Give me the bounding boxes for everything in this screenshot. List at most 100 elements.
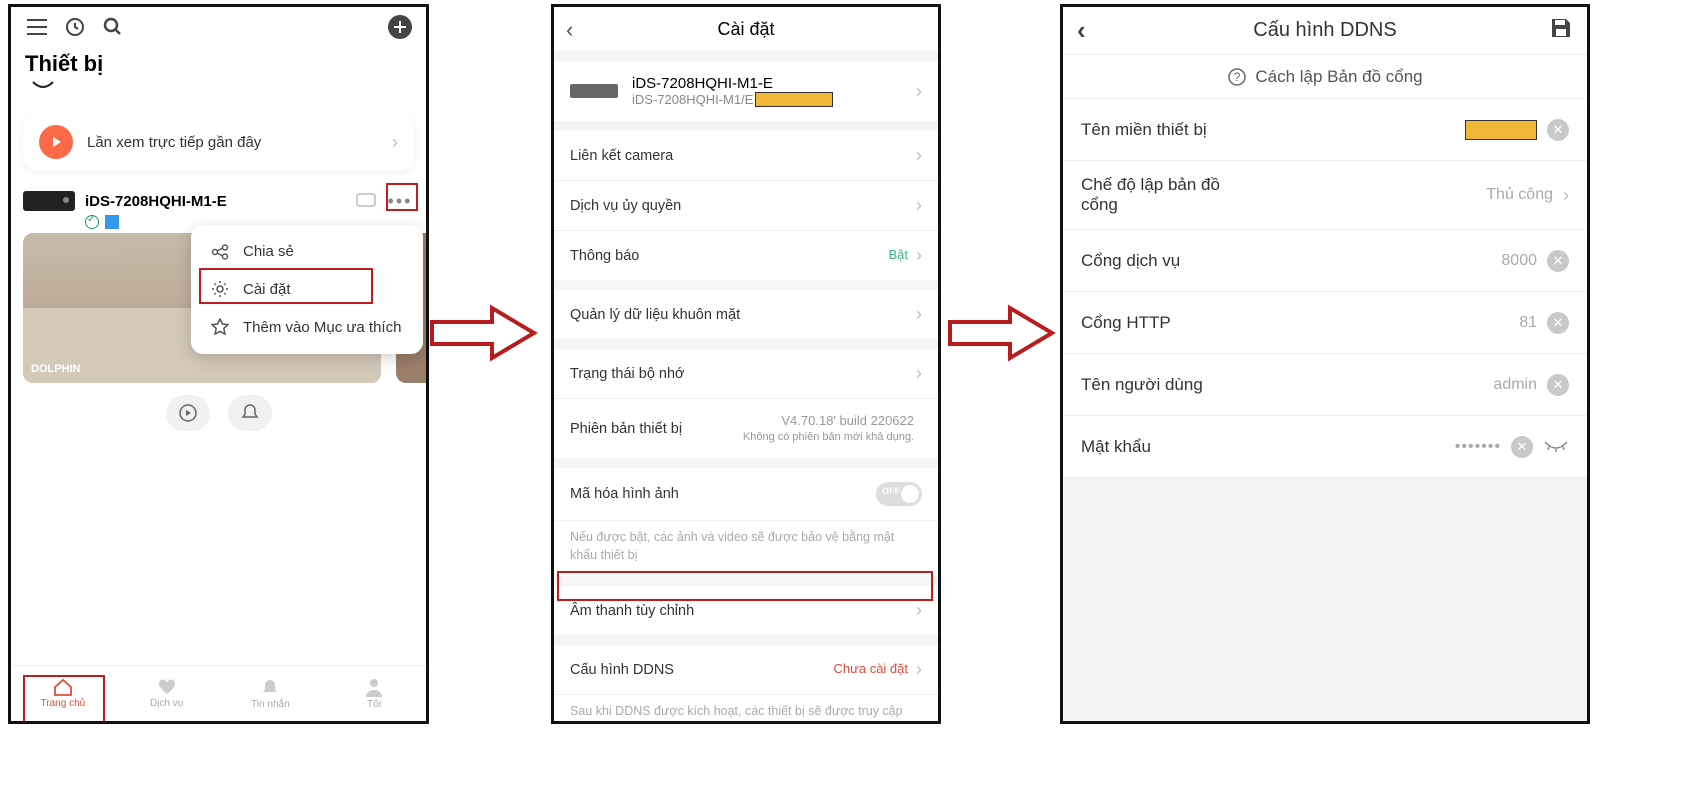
chevron-right-icon: › bbox=[916, 659, 922, 680]
nvr-icon bbox=[23, 191, 75, 211]
arrow-step2 bbox=[946, 300, 1056, 366]
back-button[interactable]: ‹ bbox=[1077, 15, 1086, 46]
row-link-camera[interactable]: Liên kết camera› bbox=[554, 131, 938, 181]
heart-icon bbox=[157, 678, 177, 696]
clear-button[interactable]: ✕ bbox=[1547, 119, 1569, 141]
arrow-step1 bbox=[428, 300, 538, 366]
clear-button[interactable]: ✕ bbox=[1547, 374, 1569, 396]
tab-message[interactable]: Tin nhắn bbox=[219, 666, 323, 721]
row-label: Thông báo bbox=[570, 248, 888, 264]
row-notify[interactable]: Thông báoBật› bbox=[554, 231, 938, 280]
add-button[interactable] bbox=[386, 13, 414, 41]
chevron-right-icon: › bbox=[916, 600, 922, 621]
clear-button[interactable]: ✕ bbox=[1511, 436, 1533, 458]
user-icon bbox=[364, 677, 384, 697]
page-title: Thiết bị bbox=[11, 47, 426, 77]
redacted-domain-value[interactable] bbox=[1465, 120, 1537, 140]
toggle-encrypt[interactable]: OFF bbox=[876, 482, 922, 506]
encrypt-note: Nếu được bật, các ảnh và video sẽ được b… bbox=[554, 521, 938, 576]
row-password: Mật khẩu ••••••• ✕ bbox=[1063, 416, 1587, 478]
share-icon bbox=[209, 244, 231, 260]
row-value: Thủ công › bbox=[1231, 185, 1569, 206]
recent-live-label: Lần xem trực tiếp gần đây bbox=[87, 134, 378, 151]
back-button[interactable]: ‹ bbox=[566, 17, 573, 43]
row-label: Mã hóa hình ảnh bbox=[570, 486, 876, 502]
bell-button[interactable] bbox=[228, 395, 272, 431]
tab-service-label: Dịch vụ bbox=[150, 698, 183, 709]
ddns-header: ‹ Cấu hình DDNS bbox=[1063, 7, 1587, 55]
row-mapping-mode[interactable]: Chế độ lập bản đồ cổng Thủ công › bbox=[1063, 161, 1587, 230]
row-label: Trạng thái bộ nhớ bbox=[570, 366, 916, 382]
row-storage[interactable]: Trạng thái bộ nhớ› bbox=[554, 349, 938, 399]
password-value[interactable]: ••••••• bbox=[1455, 438, 1501, 456]
help-row[interactable]: ? Cách lập Bản đồ cổng bbox=[1063, 55, 1587, 99]
chevron-right-icon: › bbox=[916, 363, 922, 384]
row-username: Tên người dùng admin ✕ bbox=[1063, 354, 1587, 416]
chevron-right-icon: › bbox=[392, 132, 398, 153]
row-encrypt: Mã hóa hình ảnh OFF bbox=[554, 468, 938, 521]
device-name: iDS-7208HQHI-M1-E bbox=[632, 75, 902, 92]
menu-favorite-label: Thêm vào Mục ưa thích bbox=[243, 319, 401, 336]
menu-share[interactable]: Chia sẻ bbox=[191, 233, 423, 270]
row-label: Phiên bản thiết bị bbox=[570, 421, 743, 437]
chevron-right-icon: › bbox=[916, 304, 922, 325]
mapping-value: Thủ công bbox=[1486, 186, 1553, 204]
row-face-data[interactable]: Quản lý dữ liệu khuôn mặt› bbox=[554, 290, 938, 339]
recent-live-card[interactable]: Lần xem trực tiếp gần đây › bbox=[23, 113, 414, 171]
highlight-settings-menu bbox=[199, 268, 373, 304]
save-button[interactable] bbox=[1549, 16, 1573, 46]
row-value: 81 ✕ bbox=[1231, 312, 1569, 334]
phone-ddns-screen: ‹ Cấu hình DDNS ? Cách lập Bản đồ cổng T… bbox=[1060, 4, 1590, 724]
row-value: ✕ bbox=[1231, 119, 1569, 141]
history-icon[interactable] bbox=[61, 13, 89, 41]
ddns-note: Sau khi DDNS được kích hoạt, các thiết b… bbox=[554, 695, 938, 721]
settings-title: Cài đặt bbox=[717, 19, 774, 40]
settings-body: iDS-7208HQHI-M1-E iDS-7208HQHI-M1/E › Li… bbox=[554, 51, 938, 721]
top-bar bbox=[11, 7, 426, 47]
row-label: Liên kết camera bbox=[570, 148, 916, 164]
ddns-title: Cấu hình DDNS bbox=[1253, 19, 1396, 42]
tab-service[interactable]: Dịch vụ bbox=[115, 666, 219, 721]
chevron-right-icon: › bbox=[916, 81, 922, 102]
row-label: Mật khẩu bbox=[1081, 437, 1231, 457]
row-version: Phiên bản thiết bị V4.70.18' build 22062… bbox=[554, 399, 938, 458]
controls-bar bbox=[11, 395, 426, 431]
row-label: Cổng HTTP bbox=[1081, 313, 1231, 333]
device-info-row[interactable]: iDS-7208HQHI-M1-E iDS-7208HQHI-M1/E › bbox=[554, 61, 938, 121]
clear-button[interactable]: ✕ bbox=[1547, 250, 1569, 272]
thumbnail-label: DOLPHIN bbox=[31, 363, 81, 375]
version-value: V4.70.18' build 220622 bbox=[743, 413, 914, 430]
chevron-right-icon: › bbox=[1563, 185, 1569, 206]
highlight-ddns-row bbox=[557, 571, 933, 601]
highlight-home-tab bbox=[23, 675, 105, 724]
row-ddns[interactable]: Cấu hình DDNSChưa cài đặt› bbox=[554, 645, 938, 695]
device-header-row: iDS-7208HQHI-M1-E ••• bbox=[11, 181, 426, 215]
star-icon bbox=[209, 318, 231, 336]
device-sub-prefix: iDS-7208HQHI-M1/E bbox=[632, 92, 753, 107]
service-port-value[interactable]: 8000 bbox=[1501, 252, 1537, 270]
phone-devices-screen: Thiết bị Lần xem trực tiếp gần đây › iDS… bbox=[8, 4, 429, 724]
playback-button[interactable] bbox=[166, 395, 210, 431]
row-value: 8000 ✕ bbox=[1231, 250, 1569, 272]
http-port-value[interactable]: 81 bbox=[1519, 314, 1537, 332]
display-icon[interactable] bbox=[352, 187, 380, 215]
row-delegate-service[interactable]: Dịch vụ ủy quyền› bbox=[554, 181, 938, 231]
tab-me[interactable]: Tôi bbox=[322, 666, 426, 721]
username-value[interactable]: admin bbox=[1493, 376, 1537, 394]
nvr-icon bbox=[570, 84, 618, 98]
row-label: Tên miền thiết bị bbox=[1081, 120, 1231, 140]
clear-button[interactable]: ✕ bbox=[1547, 312, 1569, 334]
chevron-right-icon: › bbox=[916, 195, 922, 216]
ddns-body: Tên miền thiết bị ✕ Chế độ lập bản đồ cổ… bbox=[1063, 99, 1587, 478]
search-icon[interactable] bbox=[99, 13, 127, 41]
bell-icon bbox=[260, 677, 280, 697]
row-label: Chế độ lập bản đồ cổng bbox=[1081, 175, 1231, 215]
row-label: Quản lý dữ liệu khuôn mặt bbox=[570, 307, 916, 323]
eye-closed-icon[interactable] bbox=[1543, 440, 1569, 454]
menu-icon[interactable] bbox=[23, 13, 51, 41]
highlight-more-icon bbox=[386, 183, 418, 211]
help-label: Cách lập Bản đồ cổng bbox=[1255, 67, 1422, 87]
menu-favorite[interactable]: Thêm vào Mục ưa thích bbox=[191, 308, 423, 346]
menu-share-label: Chia sẻ bbox=[243, 243, 294, 260]
tab-me-label: Tôi bbox=[367, 699, 381, 710]
